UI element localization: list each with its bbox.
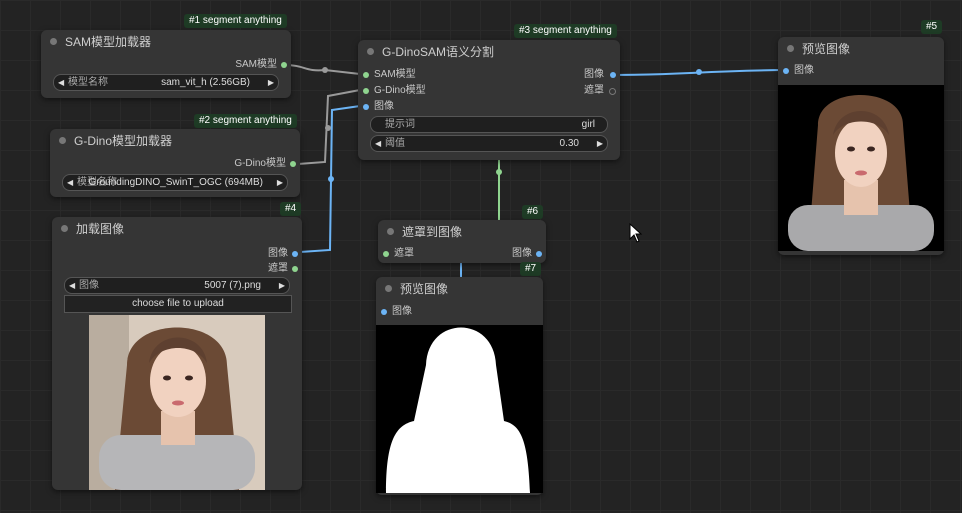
image-select[interactable]: ◀ 图像 5007 (7).png ▶ bbox=[64, 277, 290, 294]
node-id-badge: #1 segment anything bbox=[184, 14, 287, 28]
collapse-dot[interactable] bbox=[385, 285, 392, 292]
node-id-badge: #7 bbox=[520, 262, 542, 276]
input-slot-sam[interactable] bbox=[363, 72, 369, 78]
collapse-dot[interactable] bbox=[50, 38, 57, 45]
input-slot-mask[interactable] bbox=[383, 251, 389, 257]
node-id-badge: #6 bbox=[522, 205, 544, 219]
node-title[interactable]: SAM模型加载器 bbox=[41, 30, 291, 54]
arrow-left-icon[interactable]: ◀ bbox=[375, 136, 381, 151]
link-sam-model bbox=[284, 64, 361, 75]
collapse-dot[interactable] bbox=[367, 48, 374, 55]
link-gdino-model bbox=[297, 89, 361, 165]
gdino-loader-node[interactable]: G-Dino模型加载器 G-Dino模型 ◀ 模型名称 GroundingDIN… bbox=[50, 129, 300, 197]
output-label: 图像 bbox=[268, 248, 288, 259]
output-label: 遮罩 bbox=[268, 263, 288, 274]
gdinosam-node[interactable]: G-DinoSAM语义分割 SAM模型 G-Dino模型 图像 图像 遮罩 提示… bbox=[358, 40, 620, 160]
arrow-left-icon[interactable]: ◀ bbox=[58, 75, 64, 90]
arrow-right-icon[interactable]: ▶ bbox=[277, 175, 283, 190]
output-label: 图像 bbox=[512, 248, 532, 259]
arrow-right-icon[interactable]: ▶ bbox=[279, 278, 285, 293]
link-image-to-preview bbox=[611, 69, 786, 76]
threshold-stepper[interactable]: ◀ 阈值 0.30 ▶ bbox=[370, 135, 608, 152]
output-slot[interactable] bbox=[290, 161, 296, 167]
node-title[interactable]: 遮罩到图像 bbox=[378, 220, 546, 244]
arrow-left-icon[interactable]: ◀ bbox=[69, 278, 75, 293]
node-title[interactable]: 加载图像 bbox=[52, 217, 302, 241]
output-label: G-Dino模型 bbox=[234, 158, 286, 169]
output-slot-mask[interactable] bbox=[292, 266, 298, 272]
arrow-right-icon[interactable]: ▶ bbox=[597, 136, 603, 151]
node-id-badge: #5 bbox=[921, 20, 943, 34]
load-image-node[interactable]: 加载图像 图像 遮罩 ◀ 图像 5007 (7).png ▶ choose fi… bbox=[52, 217, 302, 490]
node-id-badge: #4 bbox=[280, 202, 302, 216]
input-label: 图像 bbox=[392, 306, 412, 317]
output-slot-image[interactable] bbox=[610, 72, 616, 78]
output-label: SAM模型 bbox=[235, 59, 277, 70]
arrow-right-icon[interactable]: ▶ bbox=[268, 75, 274, 90]
model-select[interactable]: ◀ 模型名称 GroundingDINO_SwinT_OGC (694MB) ▶ bbox=[62, 174, 288, 191]
output-slot-mask[interactable] bbox=[609, 88, 616, 95]
preview-image bbox=[778, 85, 944, 251]
link-image-to-gdinosam bbox=[299, 105, 361, 253]
input-slot-image[interactable] bbox=[783, 68, 789, 74]
collapse-dot[interactable] bbox=[387, 228, 394, 235]
output-label: 遮罩 bbox=[584, 85, 604, 96]
mask-preview-image bbox=[376, 325, 543, 493]
output-slot[interactable] bbox=[281, 62, 287, 68]
collapse-dot[interactable] bbox=[61, 225, 68, 232]
input-slot-image[interactable] bbox=[381, 309, 387, 315]
sam-loader-node[interactable]: SAM模型加载器 SAM模型 ◀ 模型名称 sam_vit_h (2.56GB)… bbox=[41, 30, 291, 98]
model-select[interactable]: ◀ 模型名称 sam_vit_h (2.56GB) ▶ bbox=[53, 74, 279, 91]
output-slot-image[interactable] bbox=[292, 251, 298, 257]
portrait-image bbox=[778, 85, 944, 251]
input-slot-image[interactable] bbox=[363, 104, 369, 110]
node-title[interactable]: G-DinoSAM语义分割 bbox=[358, 40, 620, 64]
prompt-field[interactable]: 提示词 girl bbox=[370, 116, 608, 133]
input-slot-gdino[interactable] bbox=[363, 88, 369, 94]
input-label: 遮罩 bbox=[394, 248, 414, 259]
arrow-left-icon[interactable]: ◀ bbox=[67, 175, 73, 190]
input-label: SAM模型 bbox=[374, 69, 416, 80]
loaded-image bbox=[89, 315, 265, 490]
collapse-dot[interactable] bbox=[59, 137, 66, 144]
preview-node-5[interactable]: 预览图像 图像 bbox=[778, 37, 944, 255]
collapse-dot[interactable] bbox=[787, 45, 794, 52]
input-label: G-Dino模型 bbox=[374, 85, 426, 96]
mask-silhouette bbox=[376, 325, 543, 493]
node-title[interactable]: 预览图像 bbox=[376, 277, 543, 301]
portrait-image bbox=[89, 315, 265, 490]
output-slot-image[interactable] bbox=[536, 251, 542, 257]
mask-to-image-node[interactable]: 遮罩到图像 遮罩 图像 bbox=[378, 220, 546, 263]
node-id-badge: #3 segment anything bbox=[514, 24, 617, 38]
input-label: 图像 bbox=[794, 65, 814, 76]
node-title[interactable]: G-Dino模型加载器 bbox=[50, 129, 300, 153]
preview-node-7[interactable]: 预览图像 图像 bbox=[376, 277, 543, 495]
input-label: 图像 bbox=[374, 101, 394, 112]
node-title[interactable]: 预览图像 bbox=[778, 37, 944, 61]
mouse-cursor-icon bbox=[629, 223, 643, 243]
node-id-badge: #2 segment anything bbox=[194, 114, 297, 128]
upload-button[interactable]: choose file to upload bbox=[64, 295, 292, 313]
output-label: 图像 bbox=[584, 69, 604, 80]
